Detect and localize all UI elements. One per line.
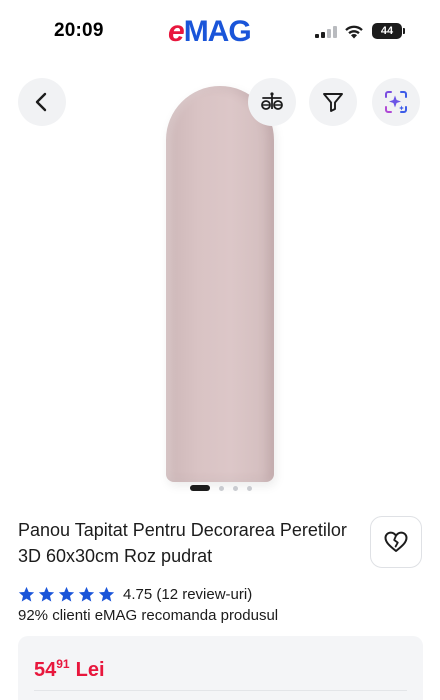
product-title: Panou Tapitat Pentru Decorarea Peretilor… xyxy=(18,520,347,566)
star-icon xyxy=(18,586,35,601)
star-icon xyxy=(58,586,75,601)
heart-icon xyxy=(384,531,408,552)
funnel-icon xyxy=(323,93,343,112)
pagination-dot[interactable] xyxy=(219,485,224,491)
scale-compare-icon xyxy=(261,92,283,110)
star-icon xyxy=(78,586,95,601)
status-time: 20:09 xyxy=(54,20,104,41)
pagination-dot[interactable] xyxy=(247,485,252,491)
star-icon xyxy=(38,586,55,601)
product-image-gallery[interactable] xyxy=(0,64,440,500)
battery-cap xyxy=(403,28,405,34)
price-currency: Lei xyxy=(75,659,105,681)
pagination-dot-active[interactable] xyxy=(190,485,210,491)
price-card: 5491 Lei xyxy=(18,636,423,700)
battery-icon: 44 xyxy=(372,23,402,39)
pagination-dot[interactable] xyxy=(233,485,238,491)
emag-logo[interactable]: eMAG xyxy=(168,14,252,50)
chevron-left-icon xyxy=(35,92,47,112)
status-bar: 20:09 eMAG 44 xyxy=(0,0,440,64)
back-button[interactable] xyxy=(18,78,66,126)
filter-button[interactable] xyxy=(309,78,357,126)
star-icon xyxy=(98,586,115,601)
rating-row[interactable]: 4.75 (12 review-uri) xyxy=(18,585,252,603)
price-decimals: 91 xyxy=(56,657,70,671)
price-integer: 54 xyxy=(34,659,57,681)
rating-stars xyxy=(18,586,115,603)
favorite-button[interactable] xyxy=(370,516,422,568)
ai-search-button[interactable] xyxy=(372,78,420,126)
divider xyxy=(34,690,407,691)
price: 5491 Lei xyxy=(34,652,105,682)
logo-mag: MAG xyxy=(183,15,252,48)
sparkle-scan-icon xyxy=(385,91,407,113)
gallery-pagination xyxy=(190,484,252,492)
cellular-signal-icon xyxy=(315,26,337,38)
wifi-icon xyxy=(345,25,363,39)
rating-text: 4.75 (12 review-uri) xyxy=(123,585,253,603)
product-image[interactable] xyxy=(166,86,274,482)
compare-button[interactable] xyxy=(248,78,296,126)
logo-e: e xyxy=(168,15,185,48)
recommend-text: 92% clienti eMAG recomanda produsul xyxy=(18,607,279,624)
